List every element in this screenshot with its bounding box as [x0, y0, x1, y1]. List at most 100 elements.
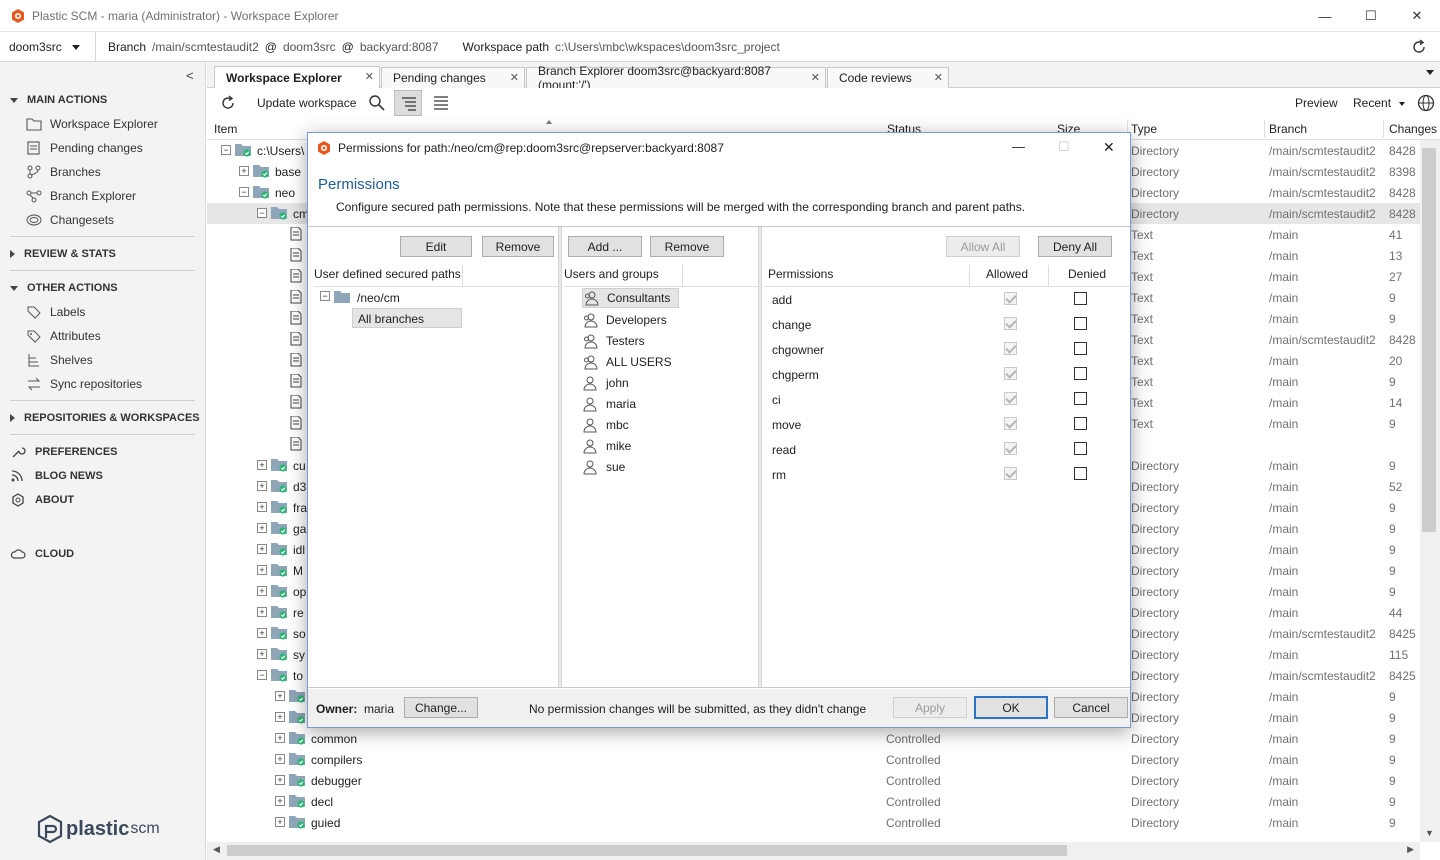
expand-node-icon[interactable]: + [257, 565, 267, 575]
close-tab-icon[interactable]: ✕ [510, 71, 519, 84]
expand-node-icon[interactable]: + [257, 586, 267, 596]
denied-checkbox[interactable] [1074, 292, 1087, 305]
refresh-icon[interactable] [219, 94, 237, 112]
close-tab-icon[interactable]: ✕ [934, 71, 943, 84]
denied-checkbox[interactable] [1074, 342, 1087, 355]
user-item[interactable]: mike [582, 435, 631, 456]
expand-node-icon[interactable]: + [239, 166, 249, 176]
cancel-button[interactable]: Cancel [1054, 697, 1128, 718]
globe-icon[interactable] [1417, 94, 1435, 112]
scroll-thumb[interactable] [227, 845, 1067, 856]
expand-node-icon[interactable]: + [275, 691, 285, 701]
ok-button[interactable]: OK [974, 696, 1048, 719]
scroll-left-icon[interactable]: ◀ [213, 844, 220, 855]
sidebar-item-attributes[interactable]: Attributes [26, 329, 101, 343]
sidebar-item-shelves[interactable]: Shelves [26, 353, 93, 367]
remove-path-button[interactable]: Remove [482, 236, 554, 257]
column-changes[interactable]: Changes [1389, 122, 1437, 136]
denied-checkbox[interactable] [1074, 367, 1087, 380]
workspace-selector[interactable]: doom3src [0, 31, 96, 62]
expand-node-icon[interactable]: + [257, 523, 267, 533]
edit-button[interactable]: Edit [400, 236, 472, 257]
remove-user-button[interactable]: Remove [650, 236, 724, 257]
preview-button[interactable]: Preview [1295, 96, 1338, 110]
user-item[interactable]: john [582, 372, 629, 393]
collapse-sidebar-button[interactable]: < [186, 68, 194, 83]
allowed-checkbox[interactable] [1004, 417, 1017, 430]
expand-node-icon[interactable]: + [275, 817, 285, 827]
expand-node-icon[interactable]: + [275, 775, 285, 785]
denied-checkbox[interactable] [1074, 467, 1087, 480]
tab-list-menu-icon[interactable] [1426, 70, 1434, 75]
allowed-checkbox[interactable] [1004, 367, 1017, 380]
expand-node-icon[interactable]: + [257, 628, 267, 638]
blog-news-link[interactable]: BLOG NEWS [10, 469, 103, 483]
dialog-minimize-button[interactable]: — [1012, 139, 1025, 154]
update-workspace-button[interactable]: Update workspace [257, 96, 356, 110]
tab-code-reviews[interactable]: Code reviews ✕ [827, 67, 949, 88]
server-value[interactable]: backyard:8087 [360, 40, 439, 54]
expand-node-icon[interactable]: + [275, 733, 285, 743]
refresh-icon[interactable] [1410, 38, 1428, 56]
sidebar-item-pending-changes[interactable]: Pending changes [26, 141, 143, 155]
sidebar-item-workspace-explorer[interactable]: Workspace Explorer [26, 117, 158, 131]
branch-filter-item[interactable]: All branches [352, 308, 462, 328]
allowed-checkbox[interactable] [1004, 292, 1017, 305]
user-item[interactable]: mbc [582, 414, 629, 435]
tab-workspace-explorer[interactable]: Workspace Explorer ✕ [214, 66, 380, 88]
horizontal-scrollbar[interactable]: ◀ ▶ [207, 842, 1420, 860]
cloud-link[interactable]: CLOUD [10, 547, 74, 561]
tab-pending-changes[interactable]: Pending changes ✕ [381, 67, 525, 88]
table-row[interactable]: + guied Controlled Directory/main 9 [207, 812, 1420, 833]
deny-all-button[interactable]: Deny All [1038, 236, 1112, 257]
minimize-button[interactable]: — [1302, 0, 1348, 32]
repo-value[interactable]: doom3src [283, 40, 336, 54]
preferences-link[interactable]: PREFERENCES [10, 445, 118, 459]
section-main-actions[interactable]: MAIN ACTIONS [10, 94, 107, 106]
allowed-checkbox[interactable] [1004, 317, 1017, 330]
collapse-node-icon[interactable]: − [257, 670, 267, 680]
maximize-button[interactable]: ☐ [1348, 0, 1394, 32]
expand-node-icon[interactable]: + [275, 712, 285, 722]
expand-node-icon[interactable]: + [257, 460, 267, 470]
list-view-icon[interactable] [433, 95, 449, 111]
sidebar-item-branches[interactable]: Branches [26, 165, 101, 179]
column-branch[interactable]: Branch [1269, 122, 1307, 136]
user-item[interactable]: maria [582, 393, 636, 414]
denied-checkbox[interactable] [1074, 442, 1087, 455]
group-item[interactable]: Testers [582, 330, 645, 351]
column-item[interactable]: Item [214, 122, 237, 136]
group-item[interactable]: ALL USERS [582, 351, 672, 372]
allowed-checkbox[interactable] [1004, 392, 1017, 405]
group-item[interactable]: Consultants [582, 288, 680, 308]
denied-checkbox[interactable] [1074, 392, 1087, 405]
sidebar-item-sync-repositories[interactable]: Sync repositories [26, 377, 142, 391]
user-item[interactable]: sue [582, 456, 625, 477]
denied-checkbox[interactable] [1074, 317, 1087, 330]
expand-node-icon[interactable]: + [275, 796, 285, 806]
expand-node-icon[interactable]: + [257, 607, 267, 617]
scroll-right-icon[interactable]: ▶ [1407, 844, 1414, 855]
denied-checkbox[interactable] [1074, 417, 1087, 430]
recent-button[interactable]: Recent [1353, 96, 1391, 110]
search-icon[interactable] [368, 94, 386, 112]
close-button[interactable]: ✕ [1394, 0, 1440, 32]
collapse-node-icon[interactable]: − [239, 187, 249, 197]
table-row[interactable]: + compilers Controlled Directory/main 9 [207, 749, 1420, 770]
close-tab-icon[interactable]: ✕ [365, 70, 374, 83]
branch-value[interactable]: /main/scmtestaudit2 [152, 40, 259, 54]
allowed-checkbox[interactable] [1004, 442, 1017, 455]
expand-node-icon[interactable]: + [257, 502, 267, 512]
expand-node-icon[interactable]: + [257, 649, 267, 659]
sidebar-item-changesets[interactable]: Changesets [26, 213, 114, 227]
allowed-checkbox[interactable] [1004, 467, 1017, 480]
collapse-node-icon[interactable]: − [221, 145, 231, 155]
sidebar-item-branch-explorer[interactable]: Branch Explorer [26, 189, 136, 203]
scroll-thumb[interactable] [1422, 148, 1436, 532]
about-link[interactable]: ABOUT [10, 493, 74, 507]
apply-button[interactable]: Apply [893, 697, 967, 718]
change-owner-button[interactable]: Change... [404, 697, 478, 718]
scroll-down-icon[interactable]: ▼ [1425, 828, 1434, 838]
group-item[interactable]: Developers [582, 309, 667, 330]
sidebar-item-labels[interactable]: Labels [26, 305, 85, 319]
